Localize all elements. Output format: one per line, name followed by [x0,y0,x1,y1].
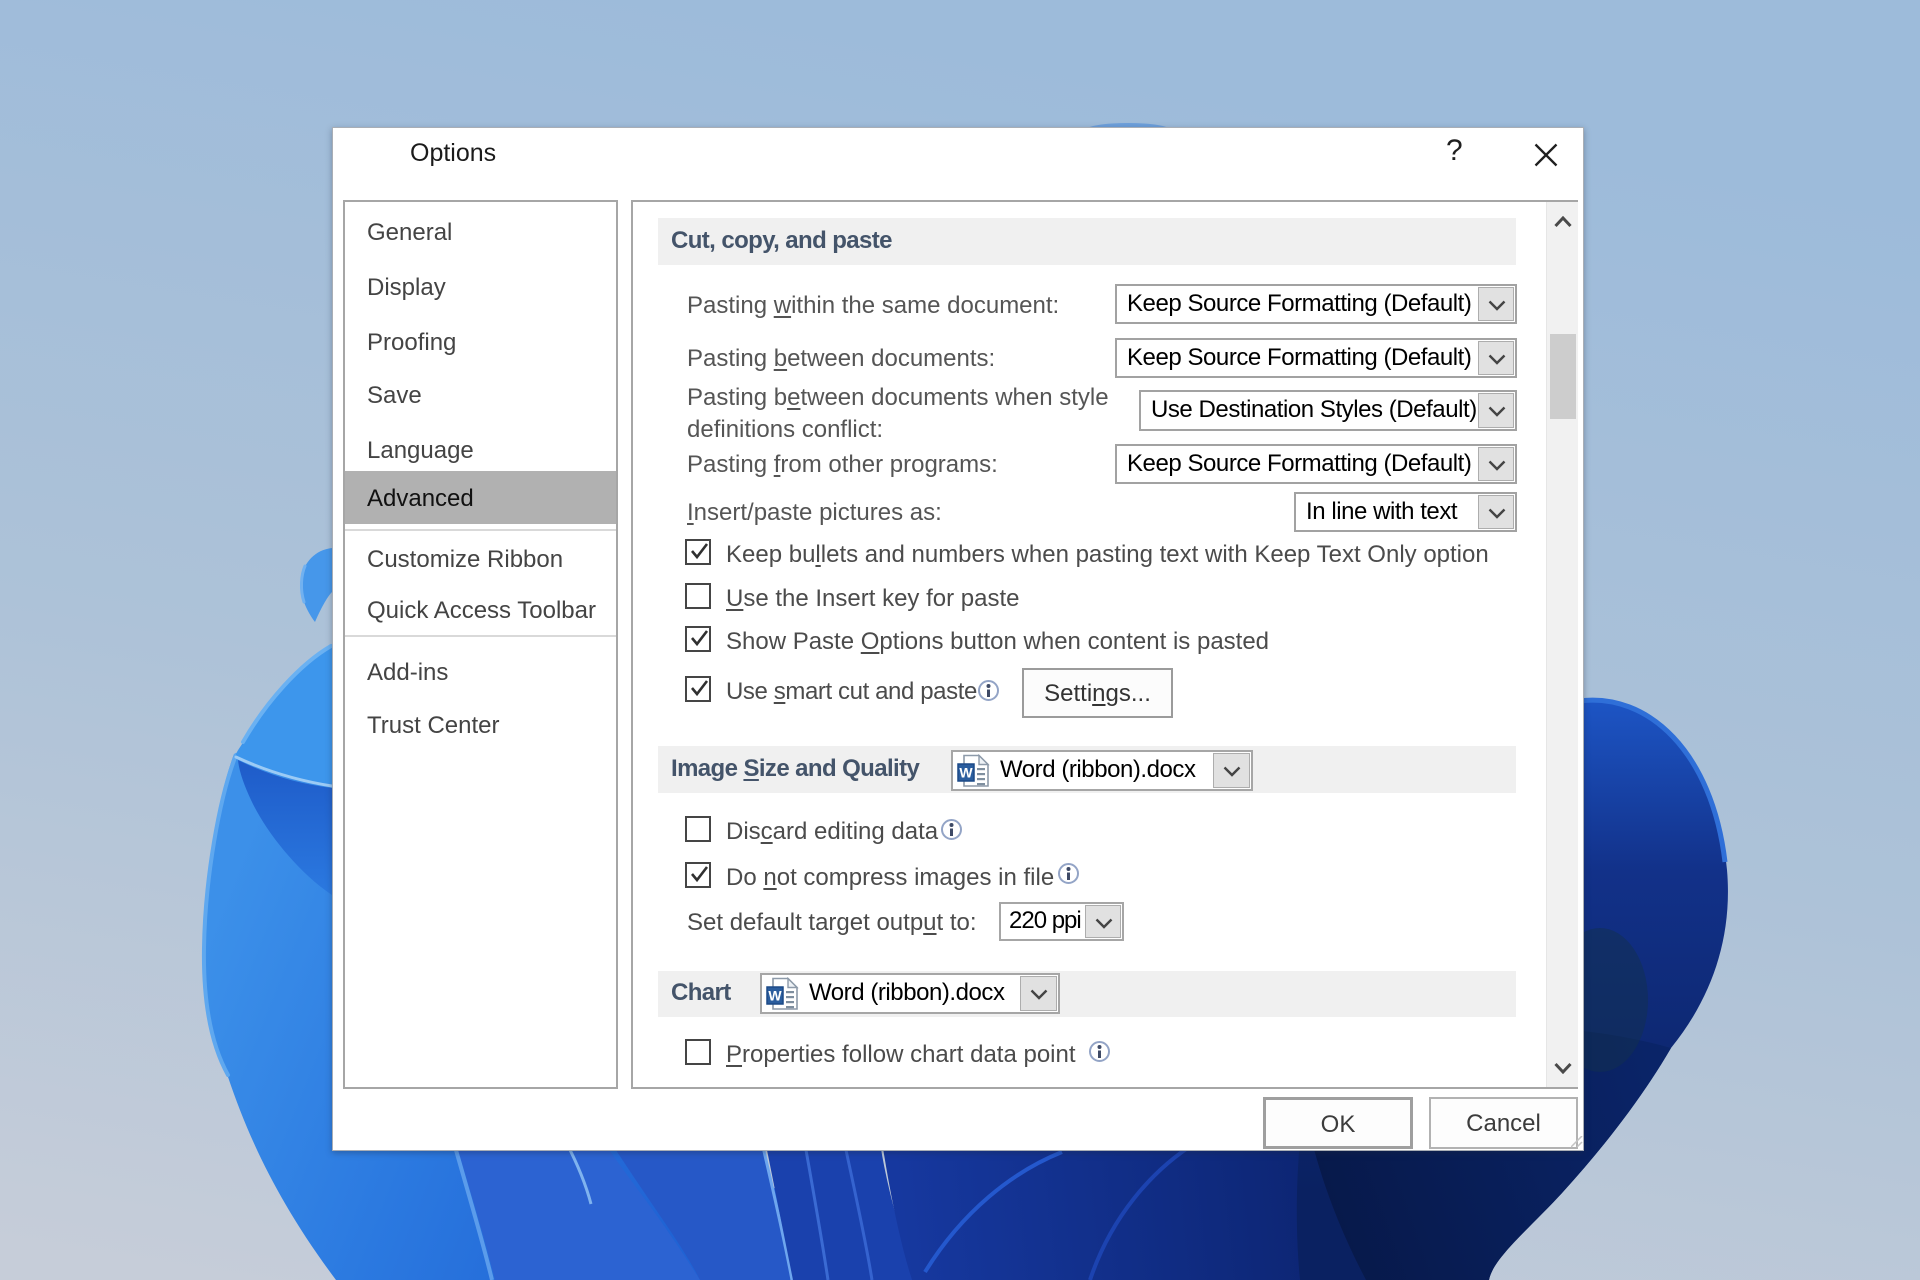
svg-text:W: W [768,988,782,1004]
svg-text:W: W [959,765,973,781]
